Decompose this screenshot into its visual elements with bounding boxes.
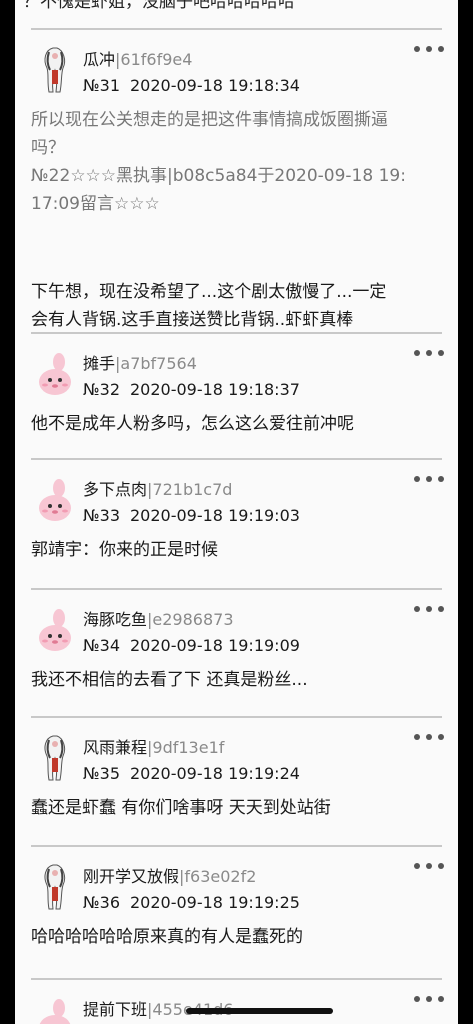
floor-number: №33 [83, 506, 120, 525]
post-content: 郭靖宇：你来的正是时候 [31, 536, 446, 564]
post-content: 哈哈哈哈哈哈原来真的有人是蠢死的 [31, 923, 446, 951]
post-separator [31, 28, 442, 30]
quote-line: 所以现在公关想走的是把这件事情搞成饭圈撕逼 [31, 110, 388, 130]
post-time: 2020-09-18 19:19:24 [130, 764, 300, 783]
floor-number: №36 [83, 893, 120, 912]
thread-screen: ？不愧是虾姐，没脑子吧哈哈哈哈哈 瓜冲|61f6f9e4 №31 2020-09-1… [15, 0, 458, 1024]
post-author[interactable]: 刚开学又放假|f63e02f2 [83, 863, 256, 887]
author-id: |61f6f9e4 [115, 50, 193, 69]
more-options-icon[interactable] [414, 42, 444, 56]
post-content: 我还不相信的去看了下 还真是粉丝... [31, 666, 446, 694]
post-meta: №35 2020-09-18 19:19:24 [83, 764, 300, 783]
post-author[interactable]: 海豚吃鱼|e2986873 [83, 606, 234, 630]
post-time: 2020-09-18 19:19:09 [130, 636, 300, 655]
figure-avatar[interactable] [35, 732, 75, 784]
author-name: 海豚吃鱼 [83, 610, 148, 629]
post-content: 下午想，现在没希望了...这个剧太傲慢了...一定 会有人背锅.这手直接送赞比背锅… [31, 278, 446, 334]
home-indicator[interactable] [186, 1008, 333, 1014]
content-line: 他不是成年人粉多吗，怎么这么爱往前冲呢 [31, 414, 354, 434]
post-meta: №36 2020-09-18 19:19:25 [83, 893, 300, 912]
author-name: 瓜冲 [83, 50, 116, 69]
floor-number: №32 [83, 380, 120, 399]
post-separator [31, 845, 442, 847]
author-name: 多下点肉 [83, 480, 148, 499]
author-id: |f63e02f2 [179, 867, 257, 886]
more-options-icon[interactable] [414, 730, 444, 744]
post-author[interactable]: 多下点肉|721b1c7d [83, 476, 232, 500]
post-separator [31, 978, 442, 980]
author-id: |721b1c7d [147, 480, 233, 499]
quote-line: 吗？ [31, 138, 65, 158]
quote-line: №22☆☆☆黑执事|b08c5a84于2020-09-18 19: [31, 166, 406, 186]
previous-post-text: ？不愧是虾姐，没脑子吧哈哈哈哈哈 [23, 0, 295, 12]
post-separator [31, 458, 442, 460]
post-meta: №32 2020-09-18 19:18:37 [83, 380, 300, 399]
post-meta: №33 2020-09-18 19:19:03 [83, 506, 300, 525]
author-id: |a7bf7564 [115, 354, 197, 373]
content-line: 郭靖宇：你来的正是时候 [31, 540, 218, 560]
quote-line: 17:09留言☆☆☆ [31, 194, 160, 214]
floor-number: №31 [83, 76, 120, 95]
author-id: |9df13e1f [147, 738, 225, 757]
content-line: 我还不相信的去看了下 还真是粉丝... [31, 670, 308, 690]
post-content: 蠢还是虾蠢 有你们啥事呀 天天到处站街 [31, 794, 446, 822]
post-author[interactable]: 摊手|a7bf7564 [83, 350, 197, 374]
author-id: |e2986873 [147, 610, 234, 629]
pink-blob-avatar[interactable] [35, 474, 75, 526]
floor-number: №34 [83, 636, 120, 655]
post-time: 2020-09-18 19:18:34 [130, 76, 300, 95]
post-separator [31, 332, 442, 334]
post-time: 2020-09-18 19:19:03 [130, 506, 300, 525]
author-name: 风雨兼程 [83, 738, 148, 757]
floor-number: №35 [83, 764, 120, 783]
pink-blob-avatar[interactable] [35, 604, 75, 656]
post-content: 他不是成年人粉多吗，怎么这么爱往前冲呢 [31, 410, 446, 438]
more-options-icon[interactable] [414, 992, 444, 1006]
content-line: 会有人背锅.这手直接送赞比背锅..虾虾真棒 [31, 310, 354, 330]
content-line: 下午想，现在没希望了...这个剧太傲慢了...一定 [31, 282, 387, 302]
figure-avatar[interactable] [35, 861, 75, 913]
post-author[interactable]: 风雨兼程|9df13e1f [83, 734, 224, 758]
content-line: 蠢还是虾蠢 有你们啥事呀 天天到处站街 [31, 798, 331, 818]
more-options-icon[interactable] [414, 859, 444, 873]
post-author[interactable]: 瓜冲|61f6f9e4 [83, 46, 192, 70]
post-time: 2020-09-18 19:19:25 [130, 893, 300, 912]
pink-blob-avatar[interactable] [35, 348, 75, 400]
post-meta: №31 2020-09-18 19:18:34 [83, 76, 300, 95]
quoted-text: 所以现在公关想走的是把这件事情搞成饭圈撕逼 吗？ №22☆☆☆黑执事|b08c5a8… [31, 106, 446, 218]
author-name: 摊手 [83, 354, 116, 373]
author-name: 提前下班 [83, 1000, 148, 1019]
more-options-icon[interactable] [414, 472, 444, 486]
post-separator [31, 588, 442, 590]
content-line: 哈哈哈哈哈哈原来真的有人是蠢死的 [31, 927, 303, 947]
figure-avatar[interactable] [35, 44, 75, 96]
pink-blob-avatar[interactable] [35, 994, 75, 1024]
post-meta: №34 2020-09-18 19:19:09 [83, 636, 300, 655]
post-time: 2020-09-18 19:18:37 [130, 380, 300, 399]
author-name: 刚开学又放假 [83, 867, 180, 886]
more-options-icon[interactable] [414, 346, 444, 360]
more-options-icon[interactable] [414, 602, 444, 616]
post-separator [31, 716, 442, 718]
